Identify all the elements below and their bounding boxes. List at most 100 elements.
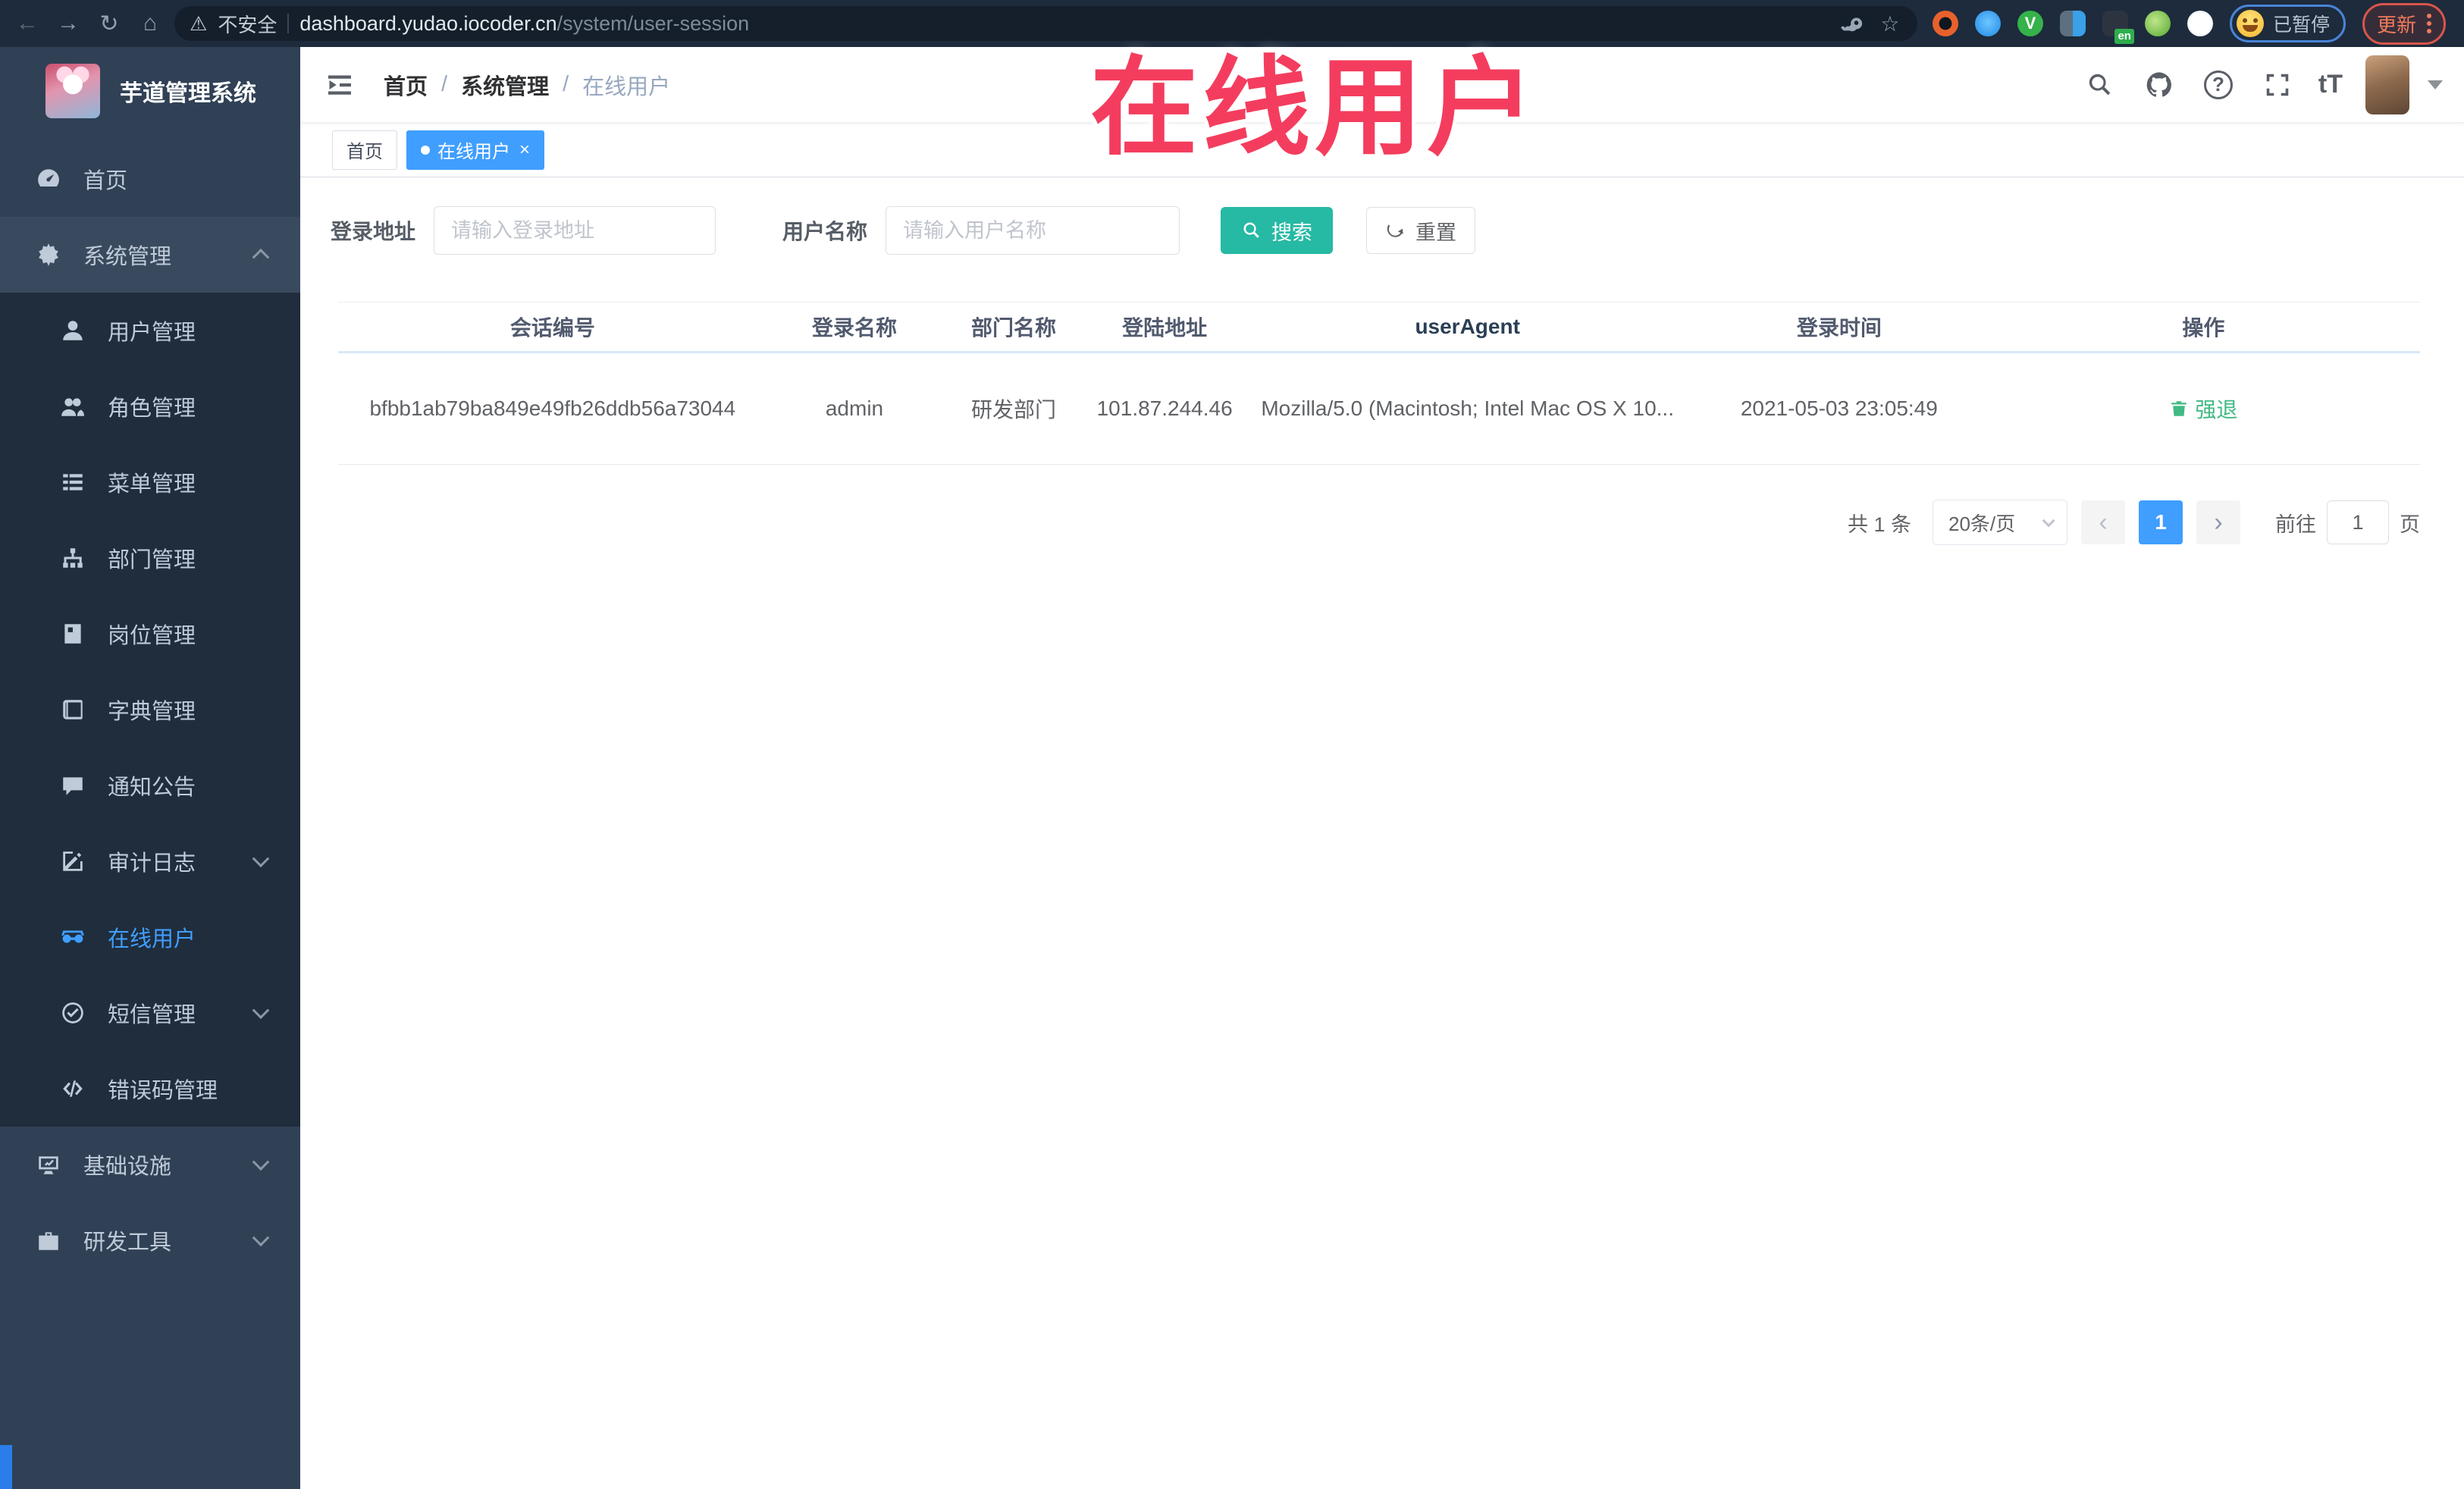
breadcrumb-current: 在线用户 (582, 74, 671, 99)
sidebar-item-online-users[interactable]: 在线用户 (0, 899, 300, 975)
page-1-button[interactable]: 1 (2139, 500, 2183, 544)
browser-forward-icon[interactable]: → (52, 7, 85, 40)
cell-user-agent: Mozilla/5.0 (Macintosh; Intel Mac OS X 1… (1243, 352, 1691, 465)
search-button[interactable]: 搜索 (1221, 207, 1334, 254)
total-count: 共 1 条 (1847, 513, 1911, 536)
sidebar-item-dev-tools[interactable]: 研发工具 (0, 1202, 300, 1278)
comment-icon (59, 772, 86, 799)
col-session-id: 会话编号 (338, 302, 767, 353)
paused-label: 已暂停 (2272, 14, 2330, 36)
toolbox-icon (35, 1227, 62, 1254)
url-host: dashboard.yudao.iocoder.cn (299, 11, 557, 35)
reset-button[interactable]: 重置 (1366, 207, 1476, 254)
extension-icon[interactable] (1932, 11, 1958, 36)
sidebar-item-audit-log[interactable]: 审计日志 (0, 823, 300, 899)
goto-page-input[interactable] (2327, 500, 2389, 544)
id-badge-icon (59, 620, 86, 647)
sidebar-item-user-management[interactable]: 用户管理 (0, 293, 300, 368)
user-icon (59, 317, 86, 344)
github-icon[interactable] (2141, 67, 2177, 103)
bookmark-star-icon[interactable]: ☆ (1878, 11, 1902, 36)
col-login-addr: 登陆地址 (1085, 302, 1244, 353)
update-label: 更新 (2376, 13, 2416, 36)
sidebar-item-post-management[interactable]: 岗位管理 (0, 596, 300, 672)
app-logo[interactable]: 芋道管理系统 (0, 47, 300, 133)
cell-login-time: 2021-05-03 23:05:49 (1691, 352, 1987, 465)
extension-icon[interactable] (2059, 11, 2086, 36)
goto-label: 前往 (2275, 513, 2316, 536)
sidebar-item-system-management[interactable]: 系统管理 (0, 217, 300, 293)
extension-area: V en 已暂停 更新 (1925, 2, 2453, 45)
sidebar-item-infrastructure[interactable]: 基础设施 (0, 1127, 300, 1202)
password-key-icon[interactable] (1840, 11, 1864, 36)
user-name-label: 用户名称 (782, 220, 868, 243)
table-header-row: 会话编号 登录名称 部门名称 登陆地址 userAgent 登录时间 操作 (338, 302, 2420, 353)
force-logout-button[interactable]: 强退 (2169, 393, 2237, 424)
profile-paused-badge[interactable]: 已暂停 (2229, 5, 2346, 42)
avatar[interactable] (2365, 55, 2409, 114)
col-dept-name: 部门名称 (942, 302, 1086, 353)
col-login-time: 登录时间 (1691, 302, 1987, 353)
chevron-down-icon (252, 1229, 270, 1247)
refresh-icon (1387, 224, 1403, 237)
breadcrumb-system[interactable]: 系统管理 (461, 69, 549, 101)
extension-icon[interactable] (2144, 11, 2171, 36)
breadcrumb-home[interactable]: 首页 (384, 69, 428, 101)
menu-list-icon (59, 469, 86, 496)
next-page-button[interactable]: › (2196, 500, 2240, 544)
check-circle-icon (59, 999, 86, 1027)
sidebar-item-menu-management[interactable]: 菜单管理 (0, 444, 300, 520)
col-actions: 操作 (1986, 302, 2420, 353)
sidebar-item-dict-management[interactable]: 字典管理 (0, 672, 300, 748)
not-secure-label: 不安全 (218, 13, 277, 36)
sessions-table: 会话编号 登录名称 部门名称 登陆地址 userAgent 登录时间 操作 bf… (338, 302, 2420, 465)
fullscreen-icon[interactable] (2259, 67, 2296, 103)
help-icon[interactable]: ? (2200, 67, 2237, 103)
breadcrumb: 首页 / 系统管理 / 在线用户 (384, 69, 670, 101)
monitor-icon (35, 1151, 62, 1178)
extension-icon[interactable] (2187, 11, 2213, 36)
tags-view-bar: 首页 在线用户 × (300, 123, 2464, 177)
tag-online-users[interactable]: 在线用户 × (406, 130, 545, 170)
online-users-icon (59, 923, 86, 951)
user-name-input[interactable] (886, 206, 1180, 255)
cell-actions: 强退 (1986, 352, 2420, 465)
browser-home-icon[interactable]: ⌂ (133, 7, 167, 40)
edit-log-icon (59, 848, 86, 875)
search-icon[interactable] (2082, 67, 2118, 103)
sidebar-item-department-management[interactable]: 部门管理 (0, 520, 300, 596)
extension-icon[interactable] (1974, 11, 2001, 36)
text-size-icon[interactable]: tT (2318, 70, 2343, 99)
browser-menu-icon[interactable] (2427, 14, 2431, 33)
address-bar[interactable]: ⚠ 不安全 dashboard.yudao.iocoder.cn/system/… (174, 6, 1917, 41)
browser-back-icon[interactable]: ← (11, 7, 44, 40)
browser-reload-icon[interactable]: ↻ (92, 7, 126, 40)
browser-update-button[interactable]: 更新 (2362, 2, 2446, 45)
sidebar-item-role-management[interactable]: 角色管理 (0, 368, 300, 444)
app-title: 芋道管理系统 (120, 81, 256, 106)
tag-home[interactable]: 首页 (332, 130, 397, 170)
prev-page-button[interactable]: ‹ (2081, 500, 2125, 544)
sidebar-item-error-code-management[interactable]: 错误码管理 (0, 1051, 300, 1127)
sidebar-scrollbar-thumb[interactable] (0, 1445, 12, 1489)
system-submenu: 用户管理 角色管理 菜单管理 部门管理 岗位管理 字典管理 通知公告 审计日志 … (0, 293, 300, 1127)
sidebar-item-home[interactable]: 首页 (0, 141, 300, 217)
pagination: 共 1 条 20条/页 ‹ 1 › 前往 页 (331, 500, 2420, 545)
sidebar-menu: 首页 系统管理 用户管理 角色管理 菜单管理 部门管理 岗位管理 字典管理 通知… (0, 141, 300, 1278)
extension-icon[interactable]: V (2017, 11, 2043, 36)
sidebar-toggle-icon[interactable] (323, 68, 356, 102)
chevron-up-icon (252, 248, 270, 266)
page-size-select[interactable]: 20条/页 (1933, 500, 2067, 545)
page-content: 登录地址 用户名称 搜索 重置 (300, 177, 2464, 1489)
chevron-down-icon (252, 1153, 270, 1171)
address-divider (287, 14, 290, 33)
chevron-down-icon (2042, 514, 2055, 528)
sidebar-item-sms-management[interactable]: 短信管理 (0, 975, 300, 1051)
chevron-down-icon[interactable] (2428, 80, 2443, 89)
extension-icon[interactable]: en (2102, 11, 2134, 44)
translate-badge: en (2114, 29, 2134, 44)
sidebar-item-notice-announcement[interactable]: 通知公告 (0, 748, 300, 823)
search-form: 登录地址 用户名称 搜索 重置 (331, 206, 2420, 255)
close-icon[interactable]: × (519, 140, 530, 159)
login-addr-input[interactable] (434, 206, 716, 255)
